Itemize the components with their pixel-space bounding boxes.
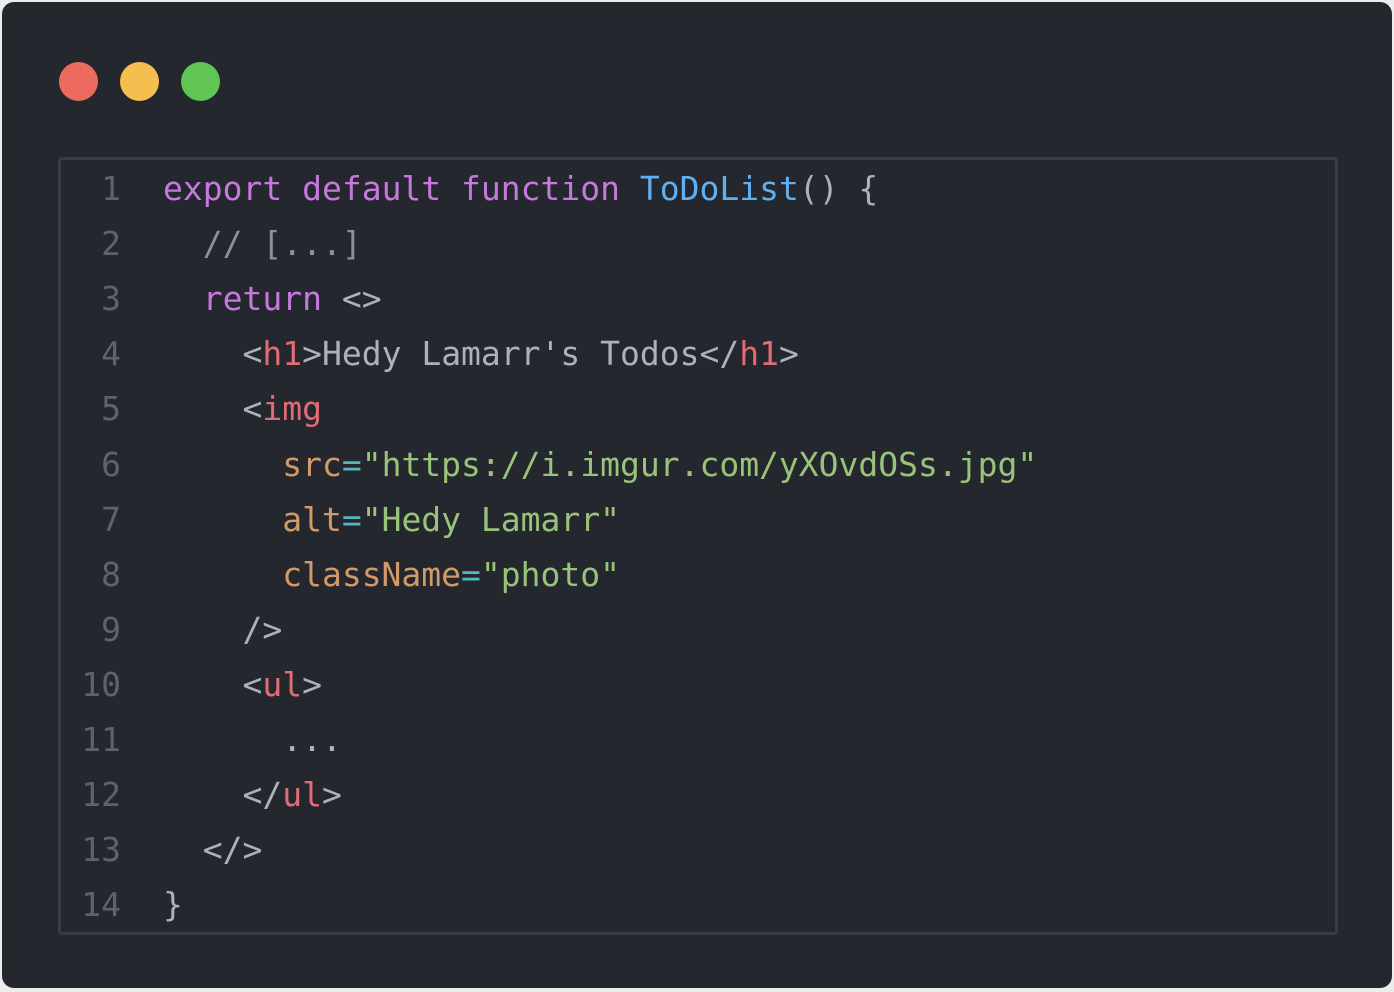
- fragment-close: </>: [202, 830, 263, 870]
- code-line: 9 />: [61, 602, 1335, 657]
- line-number: 3: [101, 279, 121, 319]
- code-window: 1 export default function ToDoList() { 2…: [2, 2, 1392, 988]
- keyword-export: export: [163, 169, 283, 209]
- code-content: return <>: [121, 279, 382, 318]
- equals-sign: =: [461, 554, 481, 594]
- line-number: 12: [81, 775, 121, 815]
- code-content: // [...]: [121, 224, 362, 263]
- code-line: 11 ...: [61, 712, 1335, 767]
- self-closing-bracket: />: [242, 609, 283, 649]
- line-number: 5: [101, 389, 121, 429]
- code-line: 3 return <>: [61, 271, 1335, 326]
- line-number: 9: [101, 609, 121, 649]
- line-number: 13: [81, 830, 121, 870]
- tag-name: img: [262, 389, 322, 429]
- line-number: 4: [101, 334, 121, 374]
- code-content: <h1>Hedy Lamarr's Todos</h1>: [121, 334, 799, 374]
- bracket: >: [302, 664, 322, 704]
- code-content: className="photo": [121, 555, 620, 594]
- equals-sign: =: [341, 499, 362, 539]
- bracket: </: [699, 334, 740, 374]
- function-name: ToDoList: [639, 169, 799, 209]
- line-number: 10: [81, 664, 121, 704]
- line-number: 8: [101, 554, 121, 594]
- minimize-button[interactable]: [120, 62, 159, 101]
- code-line: 6 src="https://i.imgur.com/yXOvdOSs.jpg": [61, 436, 1335, 491]
- bracket: <: [242, 334, 263, 374]
- jsx-text: Hedy Lamarr's Todos: [321, 334, 700, 374]
- close-button[interactable]: [59, 62, 98, 101]
- bracket: >: [321, 775, 342, 815]
- punctuation: () {: [798, 169, 879, 209]
- code-content: }: [121, 885, 183, 924]
- code-line: 7 alt="Hedy Lamarr": [61, 492, 1335, 547]
- code-line: 12 </ul>: [61, 767, 1335, 822]
- ellipsis: ...: [282, 719, 342, 759]
- code-content: <ul>: [121, 665, 322, 704]
- code-content: </ul>: [121, 775, 342, 815]
- bracket: <: [242, 664, 263, 704]
- code-line: 4 <h1>Hedy Lamarr's Todos</h1>: [61, 326, 1335, 381]
- line-number: 7: [101, 499, 121, 539]
- line-number: 14: [81, 885, 121, 925]
- code-line: 10 <ul>: [61, 657, 1335, 712]
- bracket: >: [302, 334, 322, 374]
- code-line: 1 export default function ToDoList() {: [61, 161, 1335, 216]
- fragment-open: <>: [341, 279, 382, 319]
- line-number: 2: [101, 224, 121, 264]
- attribute-value: "photo": [480, 554, 620, 594]
- code-line: 5 <img: [61, 381, 1335, 436]
- attribute-name: src: [282, 444, 342, 484]
- code-line: 13 </>: [61, 822, 1335, 877]
- bracket: <: [242, 389, 263, 429]
- tag-name: h1: [262, 334, 303, 374]
- code-editor: 1 export default function ToDoList() { 2…: [58, 157, 1338, 935]
- code-line: 14 }: [61, 877, 1335, 932]
- maximize-button[interactable]: [181, 62, 220, 101]
- window-controls: [59, 62, 220, 102]
- keyword-default: default: [302, 169, 442, 209]
- code-content: alt="Hedy Lamarr": [121, 500, 620, 539]
- code-content: ...: [121, 720, 342, 759]
- tag-name: ul: [282, 775, 322, 815]
- code-content: </>: [121, 830, 263, 870]
- attribute-name: className: [282, 554, 462, 594]
- keyword-function: function: [461, 169, 620, 209]
- bracket: </: [242, 775, 283, 815]
- attribute-value: "Hedy Lamarr": [361, 499, 620, 539]
- line-number: 11: [81, 719, 121, 759]
- tag-name: ul: [262, 664, 303, 704]
- attribute-value: "https://i.imgur.com/yXOvdOSs.jpg": [361, 444, 1038, 484]
- line-number: 6: [101, 444, 121, 484]
- code-content: src="https://i.imgur.com/yXOvdOSs.jpg": [121, 445, 1037, 484]
- bracket: >: [778, 334, 799, 374]
- code-content: <img: [121, 389, 322, 429]
- code-content: />: [121, 610, 282, 649]
- attribute-name: alt: [282, 499, 342, 539]
- code-line: 8 className="photo": [61, 547, 1335, 602]
- line-number: 1: [101, 169, 121, 209]
- keyword-return: return: [202, 279, 322, 319]
- tag-name: h1: [739, 334, 779, 374]
- comment: // [...]: [202, 224, 362, 264]
- closing-brace: }: [163, 885, 183, 925]
- equals-sign: =: [341, 444, 362, 484]
- code-content: export default function ToDoList() {: [121, 169, 878, 208]
- code-line: 2 // [...]: [61, 216, 1335, 271]
